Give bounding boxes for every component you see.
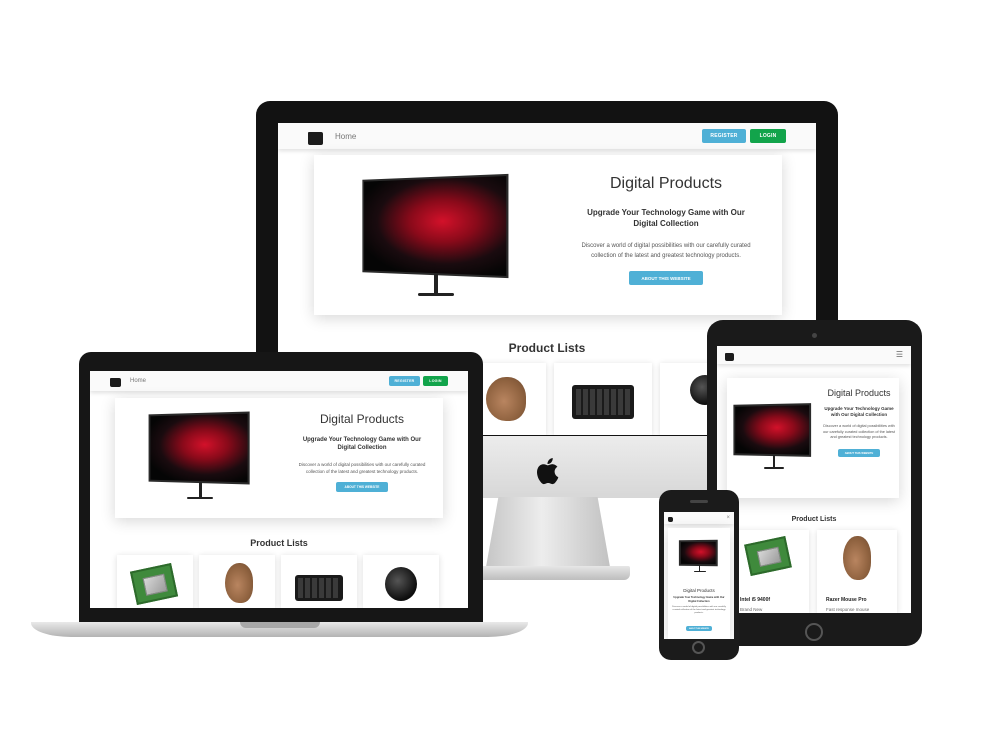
about-button[interactable]: ABOUT THIS WEBSITE [629,271,703,285]
product-image [486,377,526,421]
hero-card: Digital Products Upgrade Your Technology… [668,528,730,639]
product-card[interactable] [117,555,193,608]
close-icon[interactable]: × [726,515,730,521]
tablet-camera [812,333,817,338]
product-desc: Fast response mouse [826,607,870,612]
hero-title: Digital Products [683,588,715,593]
responsive-mockup: Home REGISTER LOGIN Digital Products Upg… [0,0,1000,750]
hero-subtitle: Upgrade Your Technology Game with Our Di… [824,406,894,417]
hero-title: Digital Products [319,412,405,426]
product-name: Intel i5 9400f [740,597,771,603]
register-button[interactable]: REGISTER [389,376,420,386]
product-image [225,563,253,603]
products-heading: Product Lists [250,538,308,548]
product-image [744,535,792,577]
phone-speaker [690,500,708,503]
navbar: Home REGISTER LOGIN [278,123,816,149]
nav-home-link[interactable]: Home [130,378,146,384]
product-card[interactable] [554,363,652,435]
product-card[interactable] [281,555,357,608]
shopping-bag-icon[interactable] [110,378,121,387]
hero-subtitle: Upgrade Your Technology Game with Our Di… [587,208,745,228]
about-button[interactable]: ABOUT THIS WEBSITE [336,482,388,492]
navbar: × [664,512,734,524]
products-heading: Product Lists [791,516,837,523]
monitor-image [678,539,722,576]
hamburger-menu-icon[interactable]: ☰ [896,351,903,359]
hero-card: Digital Products Upgrade Your Technology… [115,398,443,518]
hero-text: Digital Products Upgrade Your Technology… [574,175,758,285]
imac-foot [470,566,630,580]
shopping-bag-icon[interactable] [308,131,323,145]
about-button[interactable]: ABOUT THIS WEBSITE [838,449,880,457]
product-card[interactable]: Intel i5 9400f Brand New [729,530,809,613]
product-image [295,575,343,601]
hero-text: Digital Products Upgrade Your Technology… [823,388,895,459]
hero-card: Digital Products Upgrade Your Technology… [314,155,782,315]
product-image [843,536,871,580]
phone-home-button[interactable] [692,641,705,654]
product-desc: Brand New [740,607,763,612]
laptop-screen: Home REGISTER LOGIN Digital Products Upg… [90,371,468,608]
product-image [385,567,417,601]
login-button[interactable]: LOGIN [750,129,786,143]
imac-stand [486,497,610,567]
hero-description: Discover a world of digital possibilitie… [672,606,726,615]
tablet-screen: ☰ Digital Products Upgrade Your Technolo… [717,346,911,613]
about-button[interactable]: ABOUT THIS WEBSITE [686,626,712,632]
product-image [572,385,634,419]
product-image [129,563,179,605]
hero-subtitle: Upgrade Your Technology Game with Our Di… [302,437,422,451]
register-button[interactable]: REGISTER [702,129,746,143]
monitor-image [731,403,817,476]
laptop-notch [240,622,320,628]
navbar: Home REGISTER LOGIN [90,371,468,391]
hero-subtitle: Upgrade Your Technology Game with Our Di… [673,596,725,603]
hero-description: Discover a world of digital possibilitie… [581,243,751,259]
monitor-image [145,411,257,505]
monitor-image [356,173,516,297]
login-button[interactable]: LOGIN [423,376,448,386]
product-card[interactable]: Razer Mouse Pro Fast response mouse [817,530,897,613]
shopping-bag-icon[interactable] [725,352,734,361]
hero-title: Digital Products [827,388,891,398]
phone-screen: × Digital Products Upgrade Your Technolo… [664,512,734,639]
shopping-bag-icon[interactable] [668,516,673,522]
hero-title: Digital Products [609,175,723,192]
hero-description: Discover a world of digital possibilitie… [823,424,895,439]
hero-text: Digital Products Upgrade Your Technology… [297,412,427,493]
product-card[interactable] [363,555,439,608]
nav-home-link[interactable]: Home [335,132,356,141]
hero-description: Discover a world of digital possibilitie… [298,462,426,474]
product-name: Razer Mouse Pro [826,597,867,603]
hero-text: Digital Products Upgrade Your Technology… [671,588,727,634]
navbar: ☰ [717,346,911,364]
product-card[interactable] [199,555,275,608]
hero-card: Digital Products Upgrade Your Technology… [727,378,899,498]
apple-logo-icon [537,458,559,485]
tablet-home-button[interactable] [805,623,823,641]
